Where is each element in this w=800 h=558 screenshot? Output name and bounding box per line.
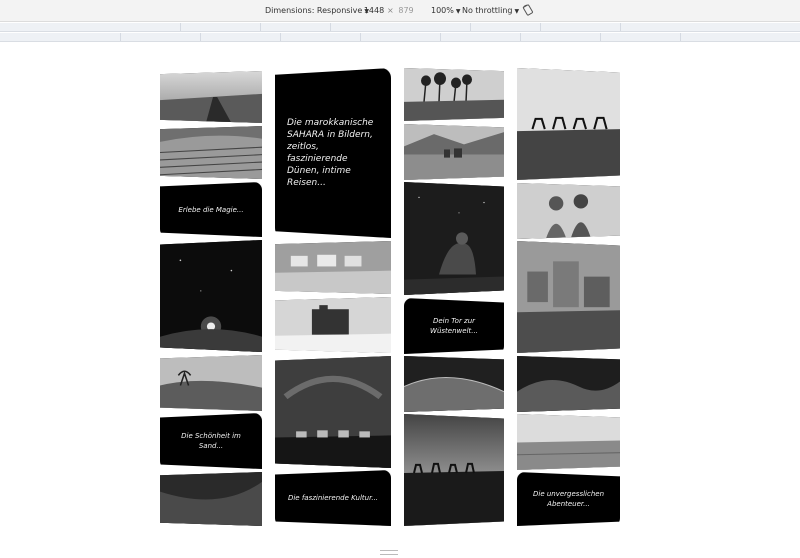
photo-dark-dune-waves[interactable] [517,356,620,412]
caption-card-adventure[interactable]: Die unvergesslichen Abenteuer... [517,472,620,526]
photo-camel-riders[interactable] [517,68,620,180]
photo-image [517,356,620,412]
zoom-label: 100% [431,6,454,15]
photo-image [404,182,504,295]
throttling-label: No throttling [462,6,513,15]
photo-camp-night[interactable] [160,240,262,352]
caption-text: Die faszinierende Kultur... [287,494,379,502]
height-input[interactable]: 879 [393,5,419,17]
caption-card-culture[interactable]: Die faszinierende Kultur... [275,470,391,526]
rotate-icon[interactable] [522,4,534,16]
photo-kasbah-town[interactable] [517,241,620,353]
photo-sandy-plain[interactable] [517,414,620,470]
zoom-dropdown[interactable]: 100% ▼ [431,5,461,18]
photo-image [517,241,620,353]
photo-nomad-portrait[interactable] [517,183,620,239]
photo-desert-road[interactable] [160,71,262,123]
chevron-down-icon: ▼ [455,8,461,15]
photo-image [160,240,262,352]
caption-card-magic[interactable]: Erlebe die Magie... [160,182,262,237]
dimensions-dropdown[interactable]: Dimensions: Responsive ▼ [265,5,369,18]
photo-image [404,356,504,412]
caption-card-beauty[interactable]: Die Schönheit im Sand... [160,413,262,469]
caption-text: Dein Tor zur Wüstenwelt... [430,317,478,335]
photo-image [404,414,504,526]
photo-image [517,183,620,239]
photo-camp-storm-sky[interactable] [275,356,391,468]
dimensions-label: Dimensions: Responsive [265,6,363,15]
photo-image [160,126,262,179]
photo-image [160,472,262,526]
photo-image [275,241,391,294]
photo-image [404,68,504,121]
photo-dark-dunes[interactable] [160,472,262,526]
photo-desert-camp-tents[interactable] [275,241,391,294]
pixel-ruler[interactable] [0,33,800,42]
photo-oasis-palms[interactable] [404,68,504,121]
photo-couple-night-sky[interactable] [404,182,504,295]
photo-kasbah-building[interactable] [275,297,391,353]
caption-card-gate[interactable]: Dein Tor zur Wüstenwelt... [404,298,504,354]
viewport-resize-handle[interactable] [380,550,398,555]
photo-image [160,355,262,411]
caption-text: Die unvergesslichen Abenteuer... [532,490,605,508]
photo-dune-ripples[interactable] [160,126,262,179]
photo-image [517,68,620,180]
photo-image [160,71,262,123]
throttling-dropdown[interactable]: No throttling ▼ [462,5,519,18]
devtools-toolbar: Dimensions: Responsive ▼ 1448 × 879 100% ▼… [0,0,800,22]
width-input[interactable]: 1448 [361,5,387,17]
chevron-down-icon: ▼ [514,8,520,15]
caption-text: Die Schönheit im Sand... [181,432,241,450]
photo-image [275,297,391,353]
hero-text: Die marokkanische SAHARA in Bildern, zei… [287,118,374,188]
hero-text-card[interactable]: Die marokkanische SAHARA in Bildern, zei… [275,68,391,238]
photo-dune-ridge[interactable] [404,356,504,412]
photo-dunes-tree[interactable] [160,355,262,411]
photo-image [517,414,620,470]
media-query-ruler[interactable] [0,23,800,32]
photo-camel-caravan-sunset[interactable] [404,414,504,526]
caption-text: Erlebe die Magie... [178,205,244,214]
photo-image [275,356,391,468]
photo-valley-village[interactable] [404,124,504,180]
photo-image [404,124,504,180]
